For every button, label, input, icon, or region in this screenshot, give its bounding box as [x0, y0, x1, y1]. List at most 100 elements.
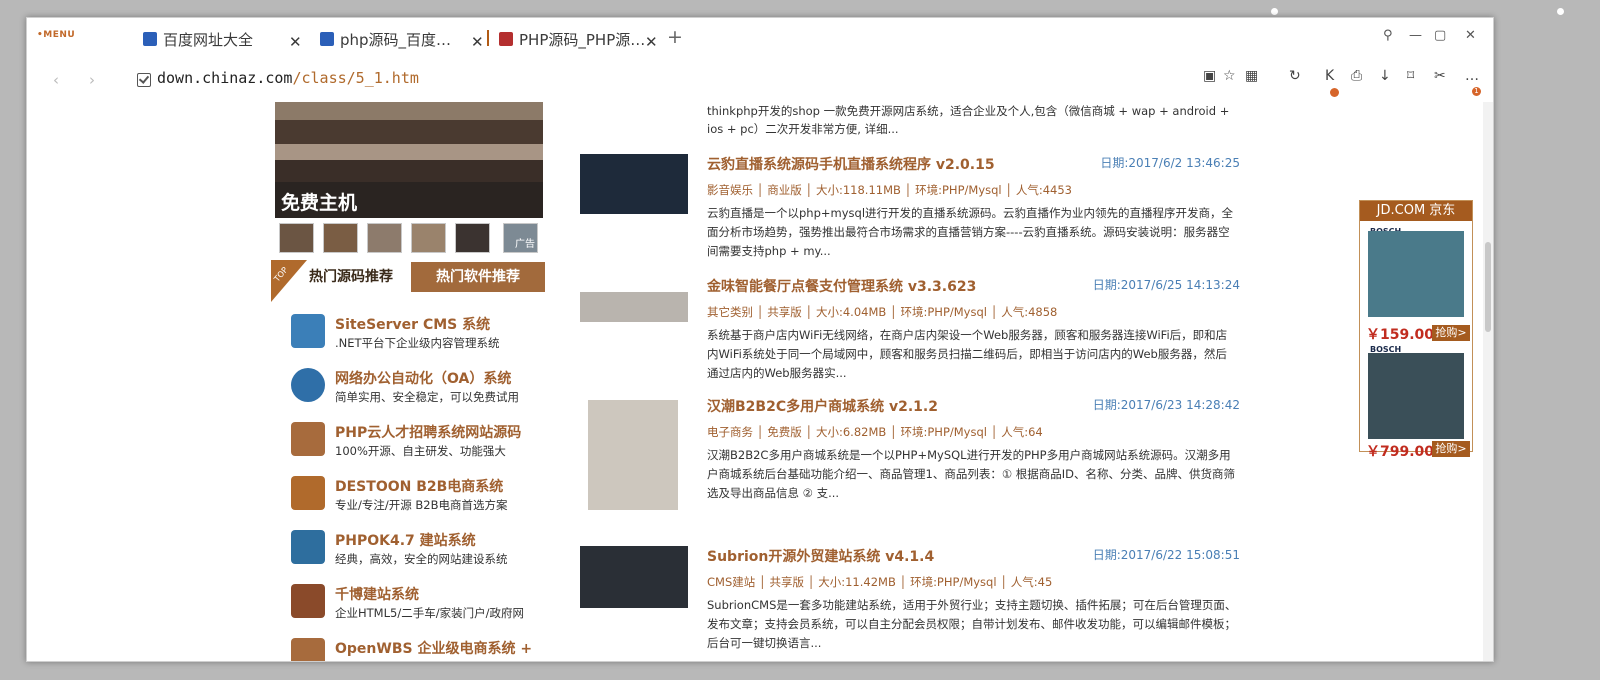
- article-desc: 汉潮B2B2C多用户商城系统是一个以PHP+MySQL进行开发的PHP多用户商城…: [707, 448, 1236, 500]
- article-title[interactable]: 汉潮B2B2C多用户商城系统 v2.1.2: [707, 396, 938, 416]
- banner-thumb[interactable]: [367, 223, 402, 253]
- forward-button[interactable]: ›: [89, 71, 95, 89]
- item-desc: 企业HTML5/二手车/家装门户/政府网: [335, 606, 524, 620]
- desktop-dot: [1557, 8, 1564, 15]
- tab-separator: [487, 30, 489, 46]
- item-title[interactable]: PHPOK4.7 建站系统: [335, 530, 476, 550]
- banner-thumb[interactable]: [323, 223, 358, 253]
- item-title[interactable]: 网络办公自动化（OA）系统: [335, 368, 511, 388]
- article-meta: CMS建站 │ 共享版 │ 大小:11.42MB │ 环境:PHP/Mysql …: [707, 575, 1053, 589]
- drill-image[interactable]: [1368, 231, 1464, 317]
- close-window-button[interactable]: ✕: [1465, 28, 1476, 43]
- article-title[interactable]: Subrion开源外贸建站系统 v4.1.4: [707, 546, 934, 566]
- article-thumbnail[interactable]: [588, 400, 678, 510]
- article-thumbnail[interactable]: [580, 546, 688, 608]
- item-title[interactable]: SiteServer CMS 系统: [335, 314, 490, 334]
- refresh-icon[interactable]: ↻: [1289, 68, 1301, 84]
- banner-title: 免费主机: [281, 192, 358, 214]
- php-icon: [499, 32, 513, 46]
- menu-button[interactable]: •MENU: [37, 30, 75, 40]
- banner-photo: [275, 144, 543, 160]
- tab-hot-source[interactable]: 热门源码推荐: [309, 266, 393, 286]
- banner-thumb[interactable]: [279, 223, 314, 253]
- secure-icon[interactable]: [137, 73, 151, 87]
- banner-thumb[interactable]: 广告: [503, 223, 538, 253]
- banner-photo: [275, 102, 543, 120]
- gear-icon: [291, 368, 325, 402]
- article-desc: 系统基于商户店内WiFi无线网络，在商户店内架设一个Web服务器，顾客和服务器连…: [707, 328, 1228, 380]
- article-title[interactable]: 云豹直播系统源码手机直播系统程序 v2.0.15: [707, 154, 995, 174]
- new-tab-button[interactable]: +: [667, 26, 683, 48]
- ad-price: ￥799.00: [1366, 444, 1435, 460]
- list-item[interactable]: 千博建站系统 企业HTML5/二手车/家装门户/政府网: [291, 582, 561, 632]
- url-field[interactable]: down.chinaz.com/class/5_1.htm: [157, 69, 419, 87]
- minimize-button[interactable]: —: [1409, 28, 1422, 43]
- address-bar: ‹ › down.chinaz.com/class/5_1.htm ▣ ☆ ▦ …: [27, 56, 1493, 102]
- k-icon[interactable]: K: [1325, 68, 1334, 84]
- qr-icon[interactable]: ▦: [1245, 68, 1258, 84]
- article-desc: 云豹直播是一个以php+mysql进行开发的直播系统源码。云豹直播作为业内领先的…: [707, 206, 1234, 258]
- article-thumbnail[interactable]: [580, 292, 688, 322]
- article-desc: SubrionCMS是一套多功能建站系统，适用于外贸行业；支持主题切换、插件拓展…: [707, 598, 1237, 650]
- star-icon[interactable]: ☆: [1223, 68, 1236, 84]
- url-host: down.chinaz.com: [157, 69, 293, 87]
- tab-php-baidu[interactable]: php源码_百度…: [320, 26, 451, 52]
- print-icon[interactable]: ⎙: [1351, 68, 1362, 84]
- tab-hot-software[interactable]: 热门软件推荐: [411, 262, 545, 292]
- article-meta: 影音娱乐 │ 商业版 │ 大小:118.11MB │ 环境:PHP/Mysql …: [707, 183, 1072, 197]
- ad-price: ￥159.00: [1366, 327, 1435, 343]
- drill-image[interactable]: [1368, 353, 1464, 439]
- item-title[interactable]: OpenWBS 企业级电商系统 +: [335, 638, 532, 658]
- jd-ad[interactable]: JD.COM 京东 BOSCH ￥159.00 抢购> BOSCH ￥799.0…: [1359, 200, 1473, 460]
- download-icon[interactable]: ↓: [1379, 68, 1391, 84]
- article-date: 日期:2017/6/2 13:46:25: [1100, 156, 1240, 170]
- scroll-thumb[interactable]: [1485, 242, 1491, 332]
- list-item[interactable]: SiteServer CMS 系统 .NET平台下企业级内容管理系统: [291, 312, 561, 362]
- close-icon[interactable]: ✕: [289, 29, 302, 55]
- desktop-dot: [1271, 8, 1278, 15]
- article-title[interactable]: 金味智能餐厅点餐支付管理系统 v3.3.623: [707, 276, 976, 296]
- more-icon[interactable]: …: [1465, 68, 1479, 84]
- tab-label: php源码_百度…: [340, 30, 452, 49]
- tab-baidu-nav[interactable]: 百度网址大全: [143, 26, 253, 52]
- cut-icon[interactable]: ✂: [1434, 68, 1446, 84]
- ad-header: JD.COM 京东: [1360, 201, 1472, 221]
- item-title[interactable]: DESTOON B2B电商系统: [335, 476, 503, 496]
- extension-icon[interactable]: ▣: [1203, 68, 1216, 84]
- notification-badge: [1330, 88, 1339, 97]
- banner-photo: [275, 120, 543, 144]
- list-item[interactable]: 网络办公自动化（OA）系统 简单实用、安全稳定，可以免费试用: [291, 366, 561, 416]
- paw-icon: [143, 32, 157, 46]
- hosting-banner[interactable]: 免费主机: [275, 102, 543, 218]
- openwbs-icon: [291, 638, 325, 661]
- close-icon[interactable]: ✕: [471, 29, 484, 55]
- article-thumbnail[interactable]: [580, 154, 688, 214]
- item-desc: 专业/专注/开源 B2B电商首选方案: [335, 498, 508, 512]
- back-button[interactable]: ‹: [53, 71, 59, 89]
- buy-button[interactable]: 抢购>: [1432, 441, 1470, 457]
- list-item[interactable]: PHPOK4.7 建站系统 经典，高效，安全的网站建设系统: [291, 528, 561, 578]
- destoon-icon: [291, 476, 325, 510]
- item-title[interactable]: PHP云人才招聘系统网站源码: [335, 422, 521, 442]
- url-path: /class/5_1.htm: [292, 69, 419, 87]
- article-date: 日期:2017/6/23 14:28:42: [1092, 398, 1240, 412]
- list-item[interactable]: OpenWBS 企业级电商系统 +: [291, 636, 561, 661]
- tab-label: PHP源码_PHP源…: [519, 30, 646, 49]
- bookmark-icon[interactable]: ⌑: [1407, 68, 1414, 84]
- ad-label: 广告: [515, 239, 535, 250]
- skin-icon[interactable]: ⚲: [1383, 28, 1393, 43]
- buy-button[interactable]: 抢购>: [1432, 325, 1470, 341]
- article-item: 金味智能餐厅点餐支付管理系统 v3.3.623 日期:2017/6/25 14:…: [580, 276, 1240, 396]
- banner-thumb[interactable]: [455, 223, 490, 253]
- list-item[interactable]: DESTOON B2B电商系统 专业/专注/开源 B2B电商首选方案: [291, 474, 561, 524]
- scrollbar[interactable]: [1483, 102, 1493, 661]
- banner-thumb[interactable]: [411, 223, 446, 253]
- article-meta: 其它类别 │ 共享版 │ 大小:4.04MB │ 环境:PHP/Mysql │ …: [707, 305, 1058, 319]
- article-item: Subrion开源外贸建站系统 v4.1.4 日期:2017/6/22 15:0…: [580, 546, 1240, 661]
- maximize-button[interactable]: ▢: [1434, 28, 1446, 43]
- list-item[interactable]: PHP云人才招聘系统网站源码 100%开源、自主研发、功能强大: [291, 420, 561, 470]
- item-title[interactable]: 千博建站系统: [335, 584, 419, 604]
- page-content: 免费主机 广告 TOP 热门源码推荐 热门软件推荐 SiteServer CMS…: [27, 102, 1493, 661]
- close-icon[interactable]: ✕: [645, 29, 658, 55]
- tab-php-source[interactable]: PHP源码_PHP源…: [499, 26, 645, 52]
